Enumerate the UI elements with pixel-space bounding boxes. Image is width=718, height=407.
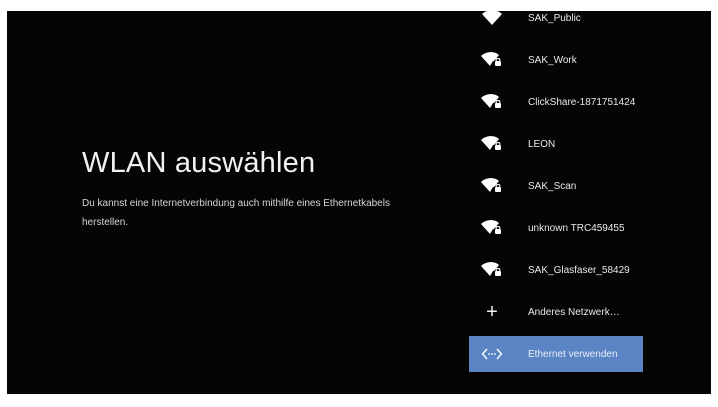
ethernet-icon <box>480 344 504 364</box>
intro-panel: WLAN auswählen Du kannst eine Internetve… <box>82 146 442 232</box>
wifi-lock-icon <box>480 260 504 280</box>
network-item-sak-scan[interactable]: SAK_Scan <box>469 165 645 207</box>
network-name: ClickShare-1871751424 <box>528 96 636 108</box>
wifi-lock-icon <box>480 92 504 112</box>
wifi-lock-icon <box>480 134 504 154</box>
page-title: WLAN auswählen <box>82 147 316 179</box>
wifi-lock-icon <box>480 176 504 196</box>
network-item-sak-work[interactable]: SAK_Work <box>469 39 645 81</box>
network-item-leon[interactable]: LEON <box>469 123 645 165</box>
wifi-selection-screen: WLAN auswählen Du kannst eine Internetve… <box>7 11 711 394</box>
wifi-lock-icon <box>480 218 504 238</box>
network-name: SAK_Public <box>528 12 581 24</box>
plus-icon: + <box>486 301 498 323</box>
wifi-icon <box>480 11 504 28</box>
network-item-clickshare[interactable]: ClickShare-1871751424 <box>469 81 645 123</box>
ethernet-label: Ethernet verwenden <box>528 348 618 360</box>
other-network-label: Anderes Netzwerk… <box>528 306 620 318</box>
other-network-button[interactable]: + Anderes Netzwerk… <box>469 291 645 333</box>
network-list: SAK_Public SAK_Work ClickShare-187175142… <box>469 11 645 372</box>
network-name: SAK_Scan <box>528 180 577 192</box>
network-name: SAK_Glasfaser_58429 <box>528 264 630 276</box>
ethernet-hint: Du kannst eine Internetverbindung auch m… <box>82 198 390 228</box>
network-name: LEON <box>528 138 556 150</box>
network-name: SAK_Work <box>528 54 577 66</box>
ethernet-button[interactable]: Ethernet verwenden <box>469 336 643 372</box>
network-item-unknown-trc[interactable]: unknown TRC459455 <box>469 207 645 249</box>
network-item-sak-glasfaser[interactable]: SAK_Glasfaser_58429 <box>469 249 645 291</box>
network-name: unknown TRC459455 <box>528 222 625 234</box>
network-item-sak-public[interactable]: SAK_Public <box>469 11 645 39</box>
wifi-lock-icon <box>480 50 504 70</box>
